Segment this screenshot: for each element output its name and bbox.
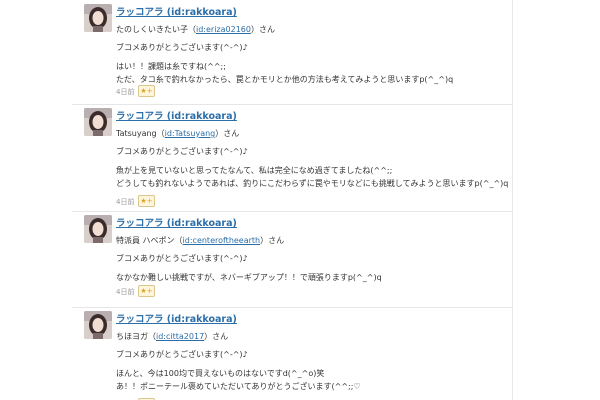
comment-date[interactable]: 4日前	[116, 197, 134, 207]
reply-recipient: たのしくいきたい子（id:eriza02160）さん	[116, 24, 275, 35]
comment-body: ラッコアラ (id:rakkoara) たのしくいきたい子（id:eriza021…	[116, 0, 512, 104]
reply-recipient: 特派員 ハベポン（id:centeroftheearth）さん	[116, 235, 284, 246]
comment-text-line: なかなか難しい挑戦ですが、ネバーギブアップ！！で頑張りますp(^_^)q	[116, 273, 382, 282]
comment-username-link[interactable]: ラッコアラ (id:rakkoara)	[116, 4, 237, 18]
comment-item: ラッコアラ (id:rakkoara) Tatsuyang（id:Tatsuyan…	[72, 104, 512, 212]
comment-meta: 4日前 ★+	[116, 85, 176, 97]
recipient-suffix: ）さん	[260, 236, 285, 245]
comment-body: ラッコアラ (id:rakkoara) 特派員 ハベポン（id:centeroft…	[116, 211, 512, 307]
recipient-name: Tatsuyang（	[116, 129, 165, 138]
reply-recipient: Tatsuyang（id:Tatsuyang）さん	[116, 128, 239, 139]
comment-meta: 4日前 ★+	[116, 285, 176, 297]
comment-meta: 4日前 ★+	[116, 195, 176, 207]
recipient-suffix: ）さん	[250, 25, 275, 34]
reply-recipient: ちほヨガ（id:citta2017）さん	[116, 331, 228, 342]
recipient-name: たのしくいきたい子（	[116, 25, 196, 34]
comment-username-link[interactable]: ラッコアラ (id:rakkoara)	[116, 215, 237, 229]
avatar[interactable]	[84, 215, 112, 243]
avatar[interactable]	[84, 108, 112, 136]
comment-text-line: あ！！ポニーテール褒めていただいてありがとうございます(^^;;♡	[116, 382, 361, 391]
comment-date[interactable]: 4日前	[116, 87, 134, 97]
comment-username-link[interactable]: ラッコアラ (id:rakkoara)	[116, 108, 237, 122]
comment-text-line: ブコメありがとうございます(^-^)♪	[116, 254, 248, 263]
content-divider	[512, 0, 513, 400]
add-star-icon[interactable]: ★+	[138, 85, 155, 97]
recipient-id-link[interactable]: id:centeroftheearth	[183, 236, 261, 245]
recipient-id-link[interactable]: id:eriza02160	[196, 25, 251, 34]
comment-text-line: ブコメありがとうございます(^-^)♪	[116, 43, 248, 52]
comment-text-line: どうしても釣れないようであれば、釣りにこだわらずに罠やモリなどにも挑戦してみよう…	[116, 179, 509, 188]
recipient-id-link[interactable]: id:Tatsuyang	[165, 129, 216, 138]
comment-viewport: ラッコアラ (id:rakkoara) たのしくいきたい子（id:eriza021…	[0, 0, 600, 400]
comment-body: ラッコアラ (id:rakkoara) ちほヨガ（id:citta2017）さんブ…	[116, 307, 512, 400]
comment-body: ラッコアラ (id:rakkoara) Tatsuyang（id:Tatsuyan…	[116, 104, 512, 211]
add-star-icon[interactable]: ★+	[138, 195, 155, 207]
avatar[interactable]	[84, 311, 112, 339]
comment-text-line: ほんと、今は100均で買えないものはないですd(^_^o)笑	[116, 369, 325, 378]
recipient-name: 特派員 ハベポン（	[116, 236, 183, 245]
recipient-id-link[interactable]: id:citta2017	[156, 332, 204, 341]
comment-item: ラッコアラ (id:rakkoara) たのしくいきたい子（id:eriza021…	[72, 0, 512, 105]
comment-text-line: ただ、タコ糸で釣れなかったら、罠とかモリとか他の方法も考えてみようと思いますp(…	[116, 75, 454, 84]
recipient-name: ちほヨガ（	[116, 332, 156, 341]
comment-username-link[interactable]: ラッコアラ (id:rakkoara)	[116, 311, 237, 325]
add-star-icon[interactable]: ★+	[138, 285, 155, 297]
recipient-suffix: ）さん	[215, 129, 240, 138]
comment-text-line: 魚が上を見ていないと思ってたなんて、私は完全になめ過ぎてましたね(^^;;	[116, 166, 393, 175]
recipient-suffix: ）さん	[204, 332, 229, 341]
comment-text-line: ブコメありがとうございます(^-^)♪	[116, 147, 248, 156]
comment-text-line: ブコメありがとうございます(^-^)♪	[116, 350, 248, 359]
comment-text-line: はい！！課題は糸ですね(^^;;	[116, 62, 226, 71]
comment-item: ラッコアラ (id:rakkoara) 特派員 ハベポン（id:centeroft…	[72, 211, 512, 308]
comment-date[interactable]: 4日前	[116, 287, 134, 297]
avatar[interactable]	[84, 4, 112, 32]
comment-item: ラッコアラ (id:rakkoara) ちほヨガ（id:citta2017）さんブ…	[72, 307, 512, 400]
